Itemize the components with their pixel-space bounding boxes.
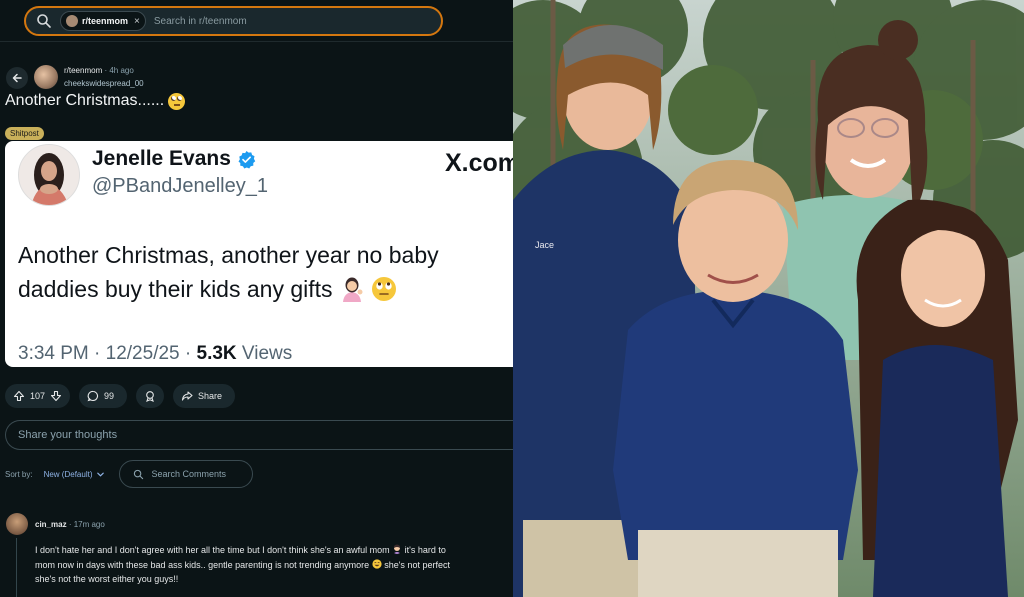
comments-button[interactable]: 99 [79,384,128,408]
comment-body: I don't hate her and I don't agree with … [35,543,513,587]
search-bar[interactable]: r/teenmom × Search in r/teenmom [24,6,443,36]
subreddit-avatar[interactable] [34,65,58,89]
family-photo-illustration: Jace [513,0,1024,597]
comment-line-1: I don't hate her and I don't agree with … [35,543,513,558]
comment-line-2: mom now in days with these bad ass kids.… [35,558,513,573]
post-actions: 107 99 Share [5,384,236,408]
tweet-text-line-1: Another Christmas, another year no baby [18,242,439,268]
search-input[interactable]: Search in r/teenmom [154,16,247,27]
x-logo: X.com [445,149,513,177]
tweet-text: Another Christmas, another year no baby … [18,238,508,306]
post-age: · 4h ago [104,66,134,75]
tweet-screenshot-image[interactable]: Jenelle Evans @PBandJenelley_1 X.com Ano… [5,141,513,367]
commenter-avatar[interactable] [6,513,28,535]
vote-count: 107 [30,391,46,401]
family-photo: Jace [513,0,1024,597]
tweet-author-name: Jenelle Evans [92,147,256,171]
comment-thread-line[interactable] [16,538,17,597]
post-author[interactable]: cheekswidespread_00 [64,79,144,88]
tweet-text-line-2: daddies buy their kids any gifts [18,276,333,302]
eye-roll-emoji-icon [372,277,397,301]
sort-value: New (Default) [43,469,93,479]
comment-line-3: she's not the worst either you guys!! [35,574,179,584]
comment-age: · 17m ago [68,520,105,529]
award-icon [146,391,154,402]
share-icon [181,391,193,401]
upvote-icon[interactable] [13,390,25,402]
eye-roll-emoji-icon [168,92,186,110]
post-title: Another Christmas...... [5,92,186,110]
post-title-text: Another Christmas...... [5,92,165,109]
woman-tipping-hand-emoji-icon [342,277,363,302]
comment-line-1a: I don't hate her and I don't agree with … [35,545,390,555]
tweet-author-name-text: Jenelle Evans [92,147,231,170]
tweet-avatar [18,144,80,206]
comment-line-1b: it's hard to [402,545,446,555]
back-arrow-icon [12,73,22,83]
tweet-time: 3:34 PM · 12/25/25 · [18,343,197,364]
share-button[interactable]: Share [173,384,236,408]
vote-control: 107 [5,384,71,408]
close-icon[interactable]: × [134,16,140,27]
search-icon [134,469,144,479]
subreddit-link[interactable]: r/teenmom [64,66,102,75]
share-label: Share [198,391,223,401]
subreddit-filter-chip[interactable]: r/teenmom × [60,11,146,31]
sort-label: Sort by: [5,469,33,479]
comment-count: 99 [104,391,115,401]
verified-badge-icon [238,150,256,169]
comment-composer-input[interactable]: Share your thoughts [5,420,513,450]
woman-shrugging-emoji-icon [393,544,402,554]
jacket-name-tag: Jace [535,240,554,250]
top-bar: r/teenmom × Search in r/teenmom [0,0,513,42]
search-icon [37,14,51,28]
comment-username[interactable]: cin_maz [35,520,67,529]
laughing-emoji-icon [372,558,382,569]
subreddit-chip-label: r/teenmom [82,16,129,26]
comment-sort-row: Sort by: New (Default) Search Comments [5,460,254,488]
search-comments-label: Search Comments [151,469,227,479]
tweet-handle: @PBandJenelley_1 [92,175,268,197]
downvote-icon[interactable] [50,390,62,402]
back-button[interactable] [6,67,28,89]
reddit-post-view: r/teenmom × Search in r/teenmom r/teenmo… [0,0,513,597]
tweet-views-label: Views [236,343,293,364]
comment-icon [87,390,99,402]
chevron-down-icon [97,472,105,477]
subreddit-icon [66,15,78,27]
comment-line-2b: she's not perfect [381,559,450,570]
search-comments-button[interactable]: Search Comments [119,460,254,488]
post-flair[interactable]: Shitpost [5,127,44,140]
sort-dropdown[interactable]: New (Default) [44,470,106,479]
award-button[interactable] [136,384,165,408]
tweet-timestamp: 3:34 PM · 12/25/25 · 5.3K Views [18,343,292,365]
post-meta: r/teenmom · 4h ago [64,66,134,75]
tweet-views-count: 5.3K [196,343,237,364]
comment-line-2a: mom now in days with these bad ass kids.… [35,559,370,570]
comment-meta: cin_maz · 17m ago [35,520,105,529]
